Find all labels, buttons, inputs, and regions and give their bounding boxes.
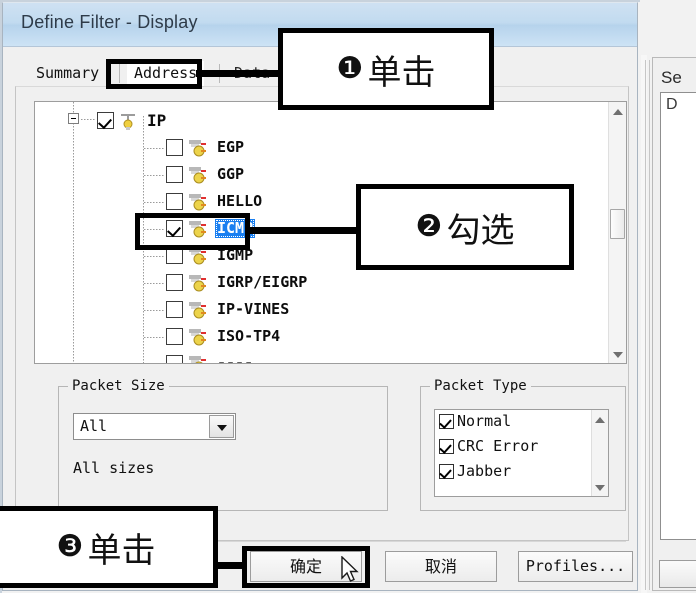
tree-checkbox-ipvines[interactable] [166, 301, 183, 318]
tree-checkbox-ip[interactable] [97, 112, 114, 129]
scroll-down-arrow-icon [595, 485, 605, 491]
tree-label-ip: IP [147, 111, 167, 130]
tree-connector [144, 175, 164, 176]
tree-connector [144, 148, 164, 149]
screenshot-root: Define Filter - Display Summary Address … [0, 0, 696, 593]
packet-size-value: All [80, 417, 108, 435]
scroll-up-arrow-icon [595, 417, 605, 423]
callout-step-3: ❸ 单击 [0, 506, 218, 588]
callout-step-1: ❶ 单击 [278, 28, 494, 110]
packet-type-scrollbar[interactable] [591, 410, 608, 496]
protocol-icon [188, 327, 208, 347]
tree-label: ---- [217, 354, 254, 363]
window-outer-scrollbar[interactable] [645, 60, 650, 590]
tree-checkbox-isotp4[interactable] [166, 328, 183, 345]
protocol-icon [188, 192, 208, 212]
scroll-up-arrow-icon [613, 109, 623, 115]
packet-type-label: CRC Error [457, 437, 539, 455]
scroll-down-button[interactable] [592, 478, 608, 496]
tree-connector [144, 202, 164, 203]
list-item[interactable]: CRC Error [435, 435, 608, 460]
tree-checkbox-next[interactable] [166, 355, 183, 363]
packet-size-group-title: Packet Size [68, 378, 169, 394]
packet-size-combobox[interactable]: All [73, 413, 236, 440]
mouse-cursor-icon [341, 555, 363, 586]
side-panel-list[interactable]: D [660, 92, 696, 540]
tree-connector [144, 310, 164, 311]
highlight-icmp-row [135, 213, 250, 250]
tree-row[interactable]: IP-VINES [35, 297, 608, 323]
chevron-down-icon[interactable] [209, 415, 234, 438]
protocol-icon [188, 138, 208, 158]
packet-type-group-title: Packet Type [430, 378, 531, 394]
tree-label: ISO-TP4 [217, 327, 281, 345]
callout-marker-3: ❸ [56, 529, 84, 564]
packet-type-list[interactable]: Normal CRC Error Jabber [434, 409, 609, 497]
tree-vertical-scrollbar[interactable] [608, 102, 626, 363]
tree-label: EGP [217, 138, 245, 156]
callout-text-2: 勾选 [446, 210, 515, 251]
callout-marker-2: ❷ [415, 209, 443, 244]
packet-type-checkbox-normal[interactable] [439, 414, 454, 429]
scroll-down-arrow-icon [613, 352, 623, 358]
tree-connector [144, 283, 164, 284]
tree-connector [144, 337, 164, 338]
callout-text-1: 单击 [367, 52, 436, 93]
callout-marker-1: ❶ [336, 51, 364, 86]
packet-type-checkbox-jabber[interactable] [439, 464, 454, 479]
protocol-icon [188, 165, 208, 185]
packet-type-label: Jabber [457, 462, 512, 480]
callout-connector-1 [196, 70, 282, 77]
protocol-icon [188, 354, 208, 363]
tree-label: IP-VINES [217, 300, 290, 318]
tree-expander-collapse-icon[interactable] [68, 113, 79, 124]
side-panel-button[interactable] [659, 560, 696, 588]
highlight-address-tab [106, 59, 202, 89]
tree-checkbox-igrp[interactable] [166, 274, 183, 291]
dialog-title: Define Filter - Display [21, 12, 198, 32]
tree-connector [81, 119, 95, 120]
ip-protocol-icon [119, 111, 139, 131]
tree-checkbox-hello[interactable] [166, 193, 183, 210]
profiles-button[interactable]: Profiles... [518, 551, 633, 582]
protocol-icon [188, 300, 208, 320]
tree-connector [144, 256, 164, 257]
tree-row[interactable]: ISO-TP4 [35, 324, 608, 350]
scrollbar-thumb[interactable] [610, 209, 625, 239]
tree-row[interactable]: EGP [35, 135, 608, 161]
scroll-up-button[interactable] [609, 102, 626, 120]
packet-size-group: Packet Size All All sizes [58, 378, 388, 511]
tree-label: GGP [217, 165, 245, 183]
packet-size-description: All sizes [73, 459, 155, 477]
background-side-panel: Se D [652, 57, 696, 591]
callout-text-3: 单击 [87, 530, 156, 571]
tree-label: IGRP/EIGRP [217, 273, 308, 291]
packet-type-label: Normal [457, 412, 512, 430]
protocol-icon [188, 273, 208, 293]
scroll-down-button[interactable] [609, 345, 626, 363]
side-panel-title: Se [661, 68, 682, 87]
cancel-button[interactable]: 取消 [385, 551, 497, 582]
tree-checkbox-ggp[interactable] [166, 166, 183, 183]
list-item[interactable]: Normal [435, 410, 608, 435]
side-panel-list-item: D [666, 96, 678, 113]
tree-row[interactable]: IGRP/EIGRP [35, 270, 608, 296]
tree-row[interactable]: ---- [35, 351, 608, 363]
scroll-up-button[interactable] [592, 410, 608, 428]
tab-summary[interactable]: Summary [29, 61, 106, 86]
tree-checkbox-egp[interactable] [166, 139, 183, 156]
tree-label: HELLO [217, 192, 263, 210]
callout-connector-2 [246, 227, 360, 234]
callout-step-2: ❷ 勾选 [356, 184, 574, 270]
packet-type-checkbox-crc-error[interactable] [439, 439, 454, 454]
packet-type-group: Packet Type Normal CRC Error Jabber [420, 378, 626, 511]
tree-row-root[interactable]: IP [35, 108, 608, 134]
list-item[interactable]: Jabber [435, 460, 608, 485]
